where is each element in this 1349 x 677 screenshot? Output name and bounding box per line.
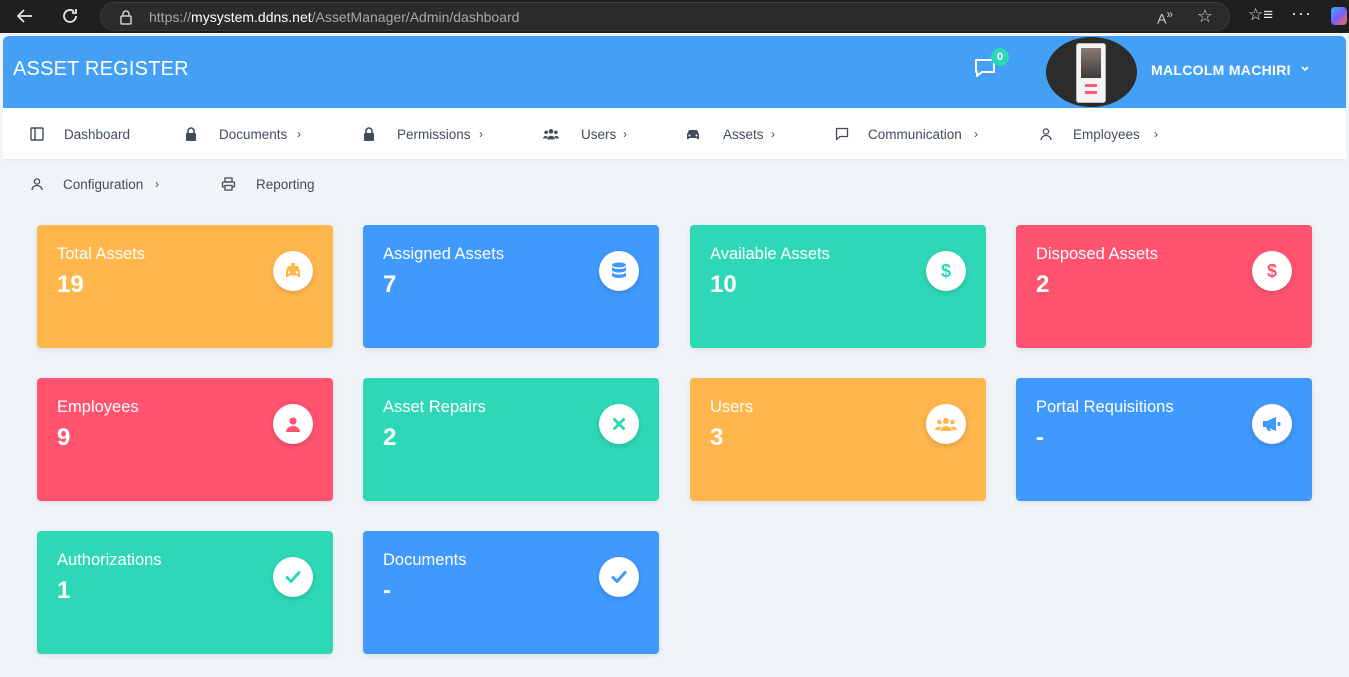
nav-configuration[interactable]: Configuration › — [29, 174, 159, 194]
more-options-icon[interactable]: ··· — [1291, 3, 1312, 24]
card-assigned-assets[interactable]: Assigned Assets 7 — [363, 225, 659, 348]
check-icon — [599, 557, 639, 597]
app-page: ASSET REGISTER 0 MALCOLM MACHIRI Dashboa… — [3, 36, 1346, 677]
dollar-icon: $ — [1252, 251, 1292, 291]
card-title: Employees — [57, 398, 139, 416]
card-value: 9 — [57, 424, 71, 451]
chevron-right-icon: › — [297, 127, 301, 141]
url-path: /AssetManager/Admin/dashboard — [311, 9, 520, 25]
back-arrow-icon[interactable] — [14, 6, 36, 28]
read-aloud-icon[interactable]: A» — [1157, 8, 1173, 27]
sidebar-icon — [29, 126, 45, 142]
card-value: 1 — [57, 577, 71, 604]
card-authorizations[interactable]: Authorizations 1 — [37, 531, 333, 654]
favorites-icon[interactable]: ☆≡ — [1248, 5, 1273, 25]
dollar-icon: $ — [926, 251, 966, 291]
printer-icon — [220, 176, 236, 192]
card-title: Assigned Assets — [383, 245, 505, 263]
chevron-right-icon: › — [623, 127, 627, 141]
url-text: https://mysystem.ddns.net/AssetManager/A… — [149, 9, 519, 25]
chevron-right-icon: › — [1154, 127, 1158, 141]
times-icon — [599, 404, 639, 444]
message-icon — [834, 126, 850, 142]
card-value: 2 — [383, 424, 397, 451]
card-value: 10 — [710, 271, 737, 298]
card-title: Users — [710, 398, 754, 416]
card-asset-repairs[interactable]: Asset Repairs 2 — [363, 378, 659, 501]
reload-icon[interactable] — [59, 6, 81, 28]
username[interactable]: MALCOLM MACHIRI — [1151, 62, 1291, 78]
card-title: Asset Repairs — [383, 398, 486, 416]
card-title: Portal Requisitions — [1036, 398, 1174, 416]
top-header: ASSET REGISTER 0 MALCOLM MACHIRI — [3, 36, 1346, 108]
card-available-assets[interactable]: Available Assets 10 $ — [690, 225, 986, 348]
address-bar[interactable]: https://mysystem.ddns.net/AssetManager/A… — [100, 2, 1230, 31]
avatar[interactable] — [1046, 37, 1137, 107]
message-count-badge: 0 — [991, 48, 1009, 66]
nav-users[interactable]: Users › — [543, 124, 627, 144]
nav-label: Users — [581, 126, 617, 142]
card-title: Documents — [383, 551, 467, 569]
chevron-right-icon: › — [479, 127, 483, 141]
url-host: mysystem.ddns.net — [191, 9, 312, 25]
users-icon — [543, 126, 559, 142]
user-icon — [29, 176, 45, 192]
nav-communication[interactable]: Communication › — [834, 124, 978, 144]
nav-label: Assets — [723, 126, 764, 142]
brand-title[interactable]: ASSET REGISTER — [13, 58, 189, 81]
card-value: 3 — [710, 424, 724, 451]
card-value: 7 — [383, 271, 397, 298]
card-users[interactable]: Users 3 — [690, 378, 986, 501]
nav-label: Documents — [219, 126, 288, 142]
lock-icon — [361, 126, 377, 142]
nav-label: Reporting — [256, 176, 315, 192]
favorite-star-icon[interactable]: ☆ — [1197, 6, 1213, 27]
card-value: 19 — [57, 271, 84, 298]
nav-label: Permissions — [397, 126, 471, 142]
users-icon — [926, 404, 966, 444]
nav-documents[interactable]: Documents › — [183, 124, 301, 144]
nav-label: Communication — [868, 126, 962, 142]
lock-icon — [183, 126, 199, 142]
chevron-down-icon[interactable] — [1300, 63, 1310, 77]
chevron-right-icon: › — [771, 127, 775, 141]
check-icon — [273, 557, 313, 597]
card-title: Disposed Assets — [1036, 245, 1158, 263]
copilot-icon[interactable] — [1331, 7, 1347, 25]
card-total-assets[interactable]: Total Assets 19 — [37, 225, 333, 348]
browser-toolbar: https://mysystem.ddns.net/AssetManager/A… — [0, 0, 1349, 33]
database-icon — [599, 251, 639, 291]
chevron-right-icon: › — [974, 127, 978, 141]
nav-label: Configuration — [63, 176, 144, 192]
card-title: Available Assets — [710, 245, 830, 263]
nav-assets[interactable]: Assets › — [685, 124, 775, 144]
nav-label: Dashboard — [64, 126, 131, 142]
lock-icon — [119, 9, 133, 25]
card-documents[interactable]: Documents - — [363, 531, 659, 654]
card-disposed-assets[interactable]: Disposed Assets 2 $ — [1016, 225, 1312, 348]
nav-dashboard[interactable]: Dashboard — [29, 124, 130, 144]
card-value: - — [383, 577, 391, 604]
nav-employees[interactable]: Employees › — [1038, 124, 1158, 144]
card-portal-requisitions[interactable]: Portal Requisitions - — [1016, 378, 1312, 501]
nav-permissions[interactable]: Permissions › — [361, 124, 483, 144]
card-title: Authorizations — [57, 551, 162, 569]
card-value: 2 — [1036, 271, 1050, 298]
card-value: - — [1036, 424, 1044, 451]
card-employees[interactable]: Employees 9 — [37, 378, 333, 501]
url-prefix: https:// — [149, 9, 192, 25]
taxi-icon — [273, 251, 313, 291]
user-icon — [1038, 126, 1054, 142]
megaphone-icon — [1252, 404, 1292, 444]
user-icon — [273, 404, 313, 444]
card-title: Total Assets — [57, 245, 146, 263]
nav-reporting[interactable]: Reporting — [220, 174, 315, 194]
main-nav — [3, 108, 1346, 159]
chevron-right-icon: › — [155, 177, 159, 191]
nav-label: Employees — [1073, 126, 1140, 142]
car-icon — [685, 126, 701, 142]
